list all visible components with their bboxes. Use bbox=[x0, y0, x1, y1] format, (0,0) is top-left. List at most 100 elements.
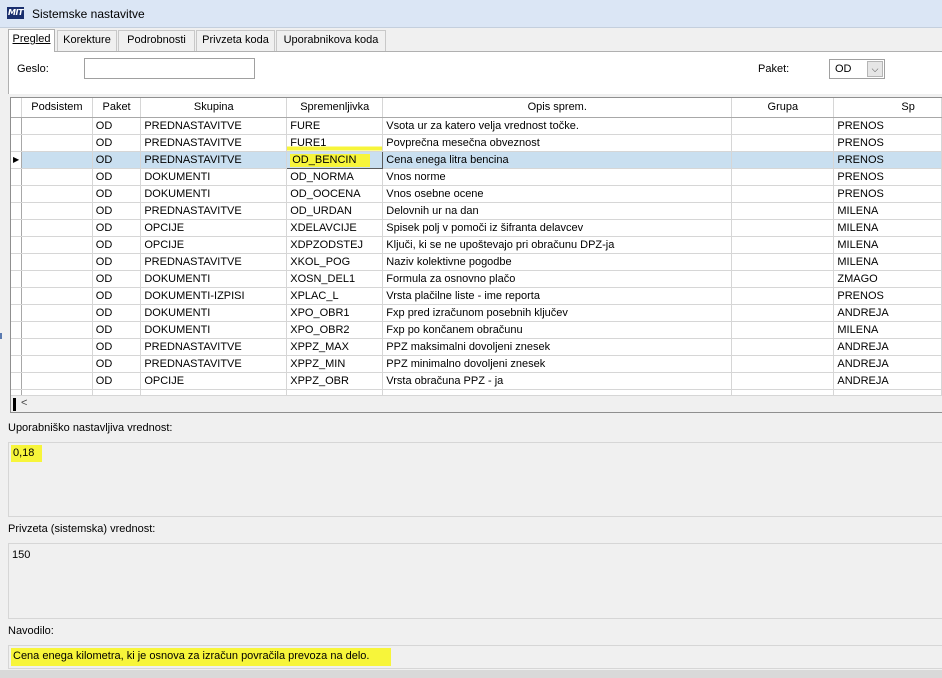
tab-podrobnosti[interactable]: Podrobnosti bbox=[118, 30, 195, 51]
table-row[interactable]: OD PREDNASTAVITVE FURE Vsota ur za katero v… bbox=[11, 117, 942, 135]
cell-spremenljivka[interactable]: XDPZODSTEJ bbox=[286, 236, 384, 254]
cell-spremenljivka[interactable]: XPLAC_L bbox=[286, 287, 384, 305]
tab-pregled[interactable]: Pregled bbox=[8, 29, 55, 52]
row-indicator[interactable] bbox=[11, 168, 23, 186]
cell-podsistem[interactable] bbox=[21, 117, 93, 135]
cell-spremenljivka[interactable]: FURE1 bbox=[286, 134, 384, 152]
table-row[interactable]: OD PREDNASTAVITVE OD_URDAN Delovnih ur na d… bbox=[11, 202, 942, 220]
cell-sp[interactable]: PRENOS bbox=[833, 117, 942, 135]
cell-grupa[interactable] bbox=[731, 287, 835, 305]
row-indicator[interactable] bbox=[11, 321, 23, 339]
cell-grupa[interactable] bbox=[731, 304, 835, 322]
cell-opis[interactable]: Vnos osebne ocene bbox=[382, 185, 733, 203]
cell-sp[interactable]: ZMAGO bbox=[833, 270, 942, 288]
row-indicator[interactable] bbox=[11, 270, 23, 288]
cell-sp[interactable]: MILENA bbox=[833, 321, 942, 339]
row-indicator[interactable] bbox=[11, 304, 23, 322]
cell-paket[interactable]: OD bbox=[92, 304, 142, 322]
table-row[interactable]: OD DOKUMENTI-IZPISI XPLAC_L Vrsta plačilne … bbox=[11, 287, 942, 305]
cell-grupa[interactable] bbox=[731, 168, 835, 186]
table-row[interactable]: OD OPCIJE XDPZODSTEJ Ključi, ki se ne upošt… bbox=[11, 236, 942, 254]
row-indicator[interactable] bbox=[11, 117, 23, 135]
tab-privzeta-koda[interactable]: Privzeta koda bbox=[196, 30, 275, 51]
column-header-grupa[interactable]: Grupa bbox=[731, 98, 835, 118]
cell-skupina[interactable]: OPCIJE bbox=[140, 372, 288, 390]
cell-paket[interactable]: OD bbox=[92, 236, 142, 254]
table-row[interactable]: OD PREDNASTAVITVE FURE1 Povprečna mesečna o… bbox=[11, 134, 942, 152]
cell-skupina[interactable]: PREDNASTAVITVE bbox=[140, 253, 288, 271]
scroll-left-arrow-icon[interactable]: < bbox=[21, 397, 27, 409]
table-row[interactable]: ▶ OD PREDNASTAVITVE OD_BENCIN Cena enega lit… bbox=[11, 150, 942, 169]
cell-sp[interactable]: MILENA bbox=[833, 219, 942, 237]
tab-uporabnikova-koda[interactable]: Uporabnikova koda bbox=[276, 30, 386, 51]
cell-sp[interactable]: ANDREJA bbox=[833, 304, 942, 322]
cell-sp[interactable]: MILENA bbox=[833, 202, 942, 220]
table-row[interactable]: OD OPCIJE XDELAVCIJE Spisek polj v pomoči i… bbox=[11, 219, 942, 237]
cell-podsistem[interactable] bbox=[21, 134, 93, 152]
cell-skupina[interactable]: DOKUMENTI bbox=[140, 304, 288, 322]
cell-opis[interactable]: Spisek polj v pomoči iz šifranta delavce… bbox=[382, 219, 733, 237]
cell-skupina[interactable]: OPCIJE bbox=[140, 236, 288, 254]
cell-skupina[interactable]: DOKUMENTI bbox=[140, 185, 288, 203]
column-header-opis[interactable]: Opis sprem. bbox=[382, 98, 733, 118]
cell-spremenljivka[interactable]: XPO_OBR2 bbox=[286, 321, 384, 339]
cell-sp[interactable]: ANDREJA bbox=[833, 338, 942, 356]
row-indicator[interactable] bbox=[11, 185, 23, 203]
table-row[interactable]: OD DOKUMENTI OD_NORMA Vnos norme PRENOS bbox=[11, 168, 942, 186]
current-row-arrow-icon[interactable]: ▶ bbox=[11, 151, 23, 169]
column-header-paket[interactable]: Paket bbox=[92, 98, 142, 118]
cell-sp[interactable]: PRENOS bbox=[833, 287, 942, 305]
row-indicator[interactable] bbox=[11, 355, 23, 373]
column-header-skupina[interactable]: Skupina bbox=[140, 98, 288, 118]
row-indicator[interactable] bbox=[11, 338, 23, 356]
cell-grupa[interactable] bbox=[731, 117, 835, 135]
table-row[interactable]: OD PREDNASTAVITVE XPPZ_MIN PPZ minimalno do… bbox=[11, 355, 942, 373]
cell-skupina[interactable]: OPCIJE bbox=[140, 219, 288, 237]
cell-grupa[interactable] bbox=[731, 355, 835, 373]
cell-grupa[interactable] bbox=[731, 253, 835, 271]
cell-spremenljivka[interactable]: XPPZ_MIN bbox=[286, 355, 384, 373]
table-row[interactable]: OD OPCIJE XPPZ_OBR Vrsta obračuna PPZ - ja A… bbox=[11, 372, 942, 390]
cell-grupa[interactable] bbox=[731, 202, 835, 220]
cell-podsistem[interactable] bbox=[21, 253, 93, 271]
cell-paket[interactable]: OD bbox=[92, 185, 142, 203]
table-row[interactable]: OD PREDNASTAVITVE XPPZ_MAX PPZ maksimalni d… bbox=[11, 338, 942, 356]
cell-spremenljivka[interactable]: XPPZ_OBR bbox=[286, 372, 384, 390]
cell-podsistem[interactable] bbox=[21, 185, 93, 203]
column-header-sp[interactable]: Sp bbox=[833, 98, 942, 118]
cell-podsistem[interactable] bbox=[21, 304, 93, 322]
cell-spremenljivka[interactable]: XOSN_DEL1 bbox=[286, 270, 384, 288]
cell-podsistem[interactable] bbox=[21, 287, 93, 305]
cell-sp[interactable]: PRENOS bbox=[833, 151, 942, 169]
cell-podsistem[interactable] bbox=[21, 168, 93, 186]
cell-paket[interactable]: OD bbox=[92, 321, 142, 339]
row-indicator[interactable] bbox=[11, 202, 23, 220]
cell-opis[interactable]: Naziv kolektivne pogodbe bbox=[382, 253, 733, 271]
cell-podsistem[interactable] bbox=[21, 236, 93, 254]
cell-spremenljivka[interactable]: XPO_OBR1 bbox=[286, 304, 384, 322]
cell-sp[interactable]: MILENA bbox=[833, 236, 942, 254]
table-row[interactable]: OD PREDNASTAVITVE XKOL_POG Naziv kolektivne… bbox=[11, 253, 942, 271]
cell-grupa[interactable] bbox=[731, 134, 835, 152]
cell-grupa[interactable] bbox=[731, 338, 835, 356]
geslo-input[interactable] bbox=[84, 58, 255, 79]
cell-paket[interactable]: OD bbox=[92, 287, 142, 305]
user-value-field[interactable]: 0,18 bbox=[8, 442, 942, 517]
column-header-podsistem[interactable]: Podsistem bbox=[21, 98, 93, 118]
cell-opis[interactable]: Vsota ur za katero velja vrednost točke. bbox=[382, 117, 733, 135]
cell-opis[interactable]: Fxp pred izračunom posebnih ključev bbox=[382, 304, 733, 322]
cell-paket[interactable]: OD bbox=[92, 355, 142, 373]
cell-opis[interactable]: Vrsta plačilne liste - ime reporta bbox=[382, 287, 733, 305]
cell-podsistem[interactable] bbox=[21, 219, 93, 237]
cell-paket[interactable]: OD bbox=[92, 372, 142, 390]
cell-opis[interactable]: PPZ maksimalni dovoljeni znesek bbox=[382, 338, 733, 356]
cell-opis[interactable]: Ključi, ki se ne upoštevajo pri obračunu… bbox=[382, 236, 733, 254]
cell-paket[interactable]: OD bbox=[92, 168, 142, 186]
cell-grupa[interactable] bbox=[731, 151, 835, 169]
cell-paket[interactable]: OD bbox=[92, 338, 142, 356]
cell-skupina[interactable]: PREDNASTAVITVE bbox=[140, 202, 288, 220]
table-row[interactable]: OD DOKUMENTI XPO_OBR2 Fxp po končanem obrač… bbox=[11, 321, 942, 339]
table-row[interactable]: OD DOKUMENTI OD_OOCENA Vnos osebne ocene PRE… bbox=[11, 185, 942, 203]
row-indicator[interactable] bbox=[11, 372, 23, 390]
paket-select[interactable]: OD ⌵ bbox=[829, 59, 885, 79]
